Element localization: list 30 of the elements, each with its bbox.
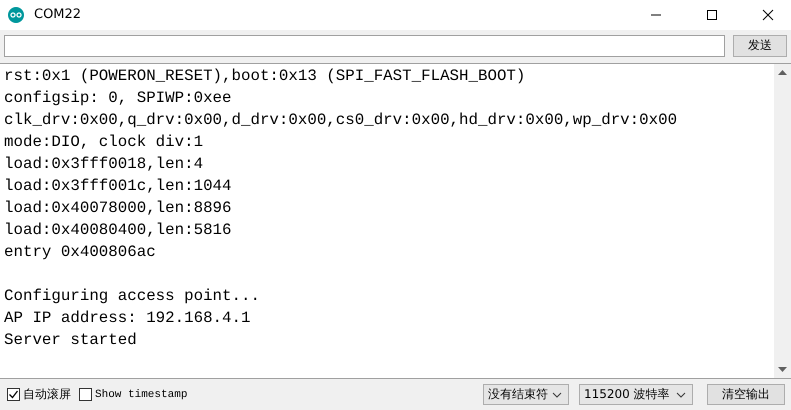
checkbox[interactable] xyxy=(79,388,92,402)
send-button[interactable]: 发送 xyxy=(733,34,787,57)
serial-output-line: rst:0x1 (POWERON_RESET),boot:0x13 (SPI_FAST_FLASH_BOOT) xyxy=(4,66,526,87)
serial-output-line: AP IP address: 192.168.4.1 xyxy=(4,308,252,329)
checkbox-label[interactable]: 自动滚屏 xyxy=(23,386,71,404)
window-title: COM22 xyxy=(34,7,82,22)
scrollbar[interactable] xyxy=(774,64,791,378)
app-icon xyxy=(8,6,24,23)
serial-output-line: Configuring access point... xyxy=(4,286,261,307)
caret-icon xyxy=(676,392,686,398)
serial-output-line: mode:DIO, clock div:1 xyxy=(4,132,204,153)
serial-output-line: load:0x3fff0018,len:4 xyxy=(4,154,204,175)
checkbox[interactable] xyxy=(7,388,20,402)
caret-icon xyxy=(552,392,562,398)
dropdown[interactable]: 没有结束符 xyxy=(483,384,569,406)
serial-output-line: clk_drv:0x00,q_drv:0x00,d_drv:0x00,cs0_drv:0x00,hd_drv:0x00,wp_drv:0x00 xyxy=(4,110,678,131)
serial-output-line: configsip: 0, SPIWP:0xee xyxy=(4,88,233,109)
maximize-icon[interactable] xyxy=(706,8,718,21)
close-icon[interactable] xyxy=(762,8,774,21)
input-field[interactable] xyxy=(4,34,725,57)
clear-output-button[interactable]: 清空输出 xyxy=(707,384,785,406)
serial-output-line: entry 0x400806ac xyxy=(4,242,157,263)
serial-output-line: load:0x3fff001c,len:1044 xyxy=(4,176,233,197)
serial-output-line: load:0x40078000,len:8896 xyxy=(4,198,233,219)
checkbox-label[interactable]: Show timestamp xyxy=(95,388,188,401)
dropdown[interactable]: 115200 波特率 xyxy=(579,384,693,406)
scroll-down-icon[interactable] xyxy=(778,367,787,374)
serial-output-line: Server started xyxy=(4,330,138,351)
scroll-up-icon[interactable] xyxy=(778,68,787,75)
serial-output-line: load:0x40080400,len:5816 xyxy=(4,220,233,241)
